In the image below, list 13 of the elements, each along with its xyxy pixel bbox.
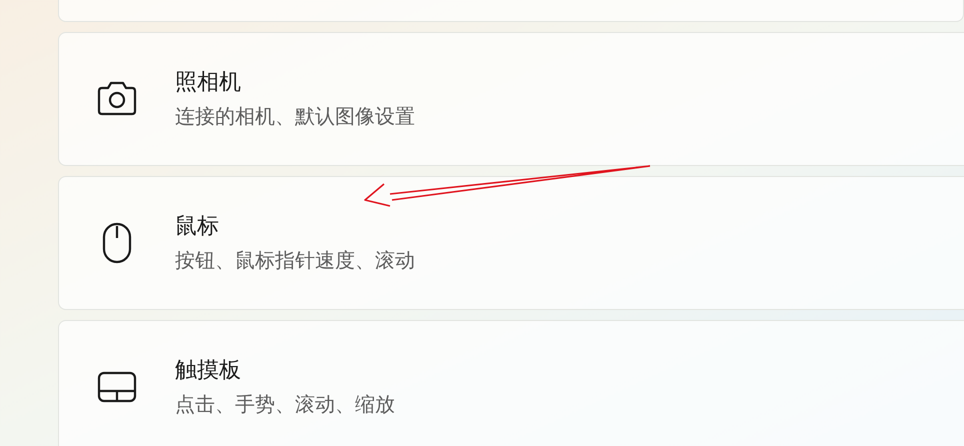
touchpad-icon xyxy=(97,371,137,403)
mouse-icon xyxy=(102,222,132,264)
item-description: 点击、手势、滚动、缩放 xyxy=(175,391,395,418)
item-title: 鼠标 xyxy=(175,213,220,241)
item-title: 照相机 xyxy=(175,69,242,97)
item-title: 触摸板 xyxy=(175,357,242,385)
camera-icon xyxy=(96,81,138,117)
item-description: 按钮、鼠标指针速度、滚动 xyxy=(175,247,415,274)
settings-card[interactable] xyxy=(58,0,964,22)
item-description: 连接的相机、默认图像设置 xyxy=(175,103,415,130)
settings-card[interactable]: 鼠标 按钮、鼠标指针速度、滚动 xyxy=(58,176,964,310)
settings-card[interactable]: 照相机 连接的相机、默认图像设置 xyxy=(58,32,964,166)
settings-card[interactable]: 触摸板 点击、手势、滚动、缩放 xyxy=(58,320,964,446)
